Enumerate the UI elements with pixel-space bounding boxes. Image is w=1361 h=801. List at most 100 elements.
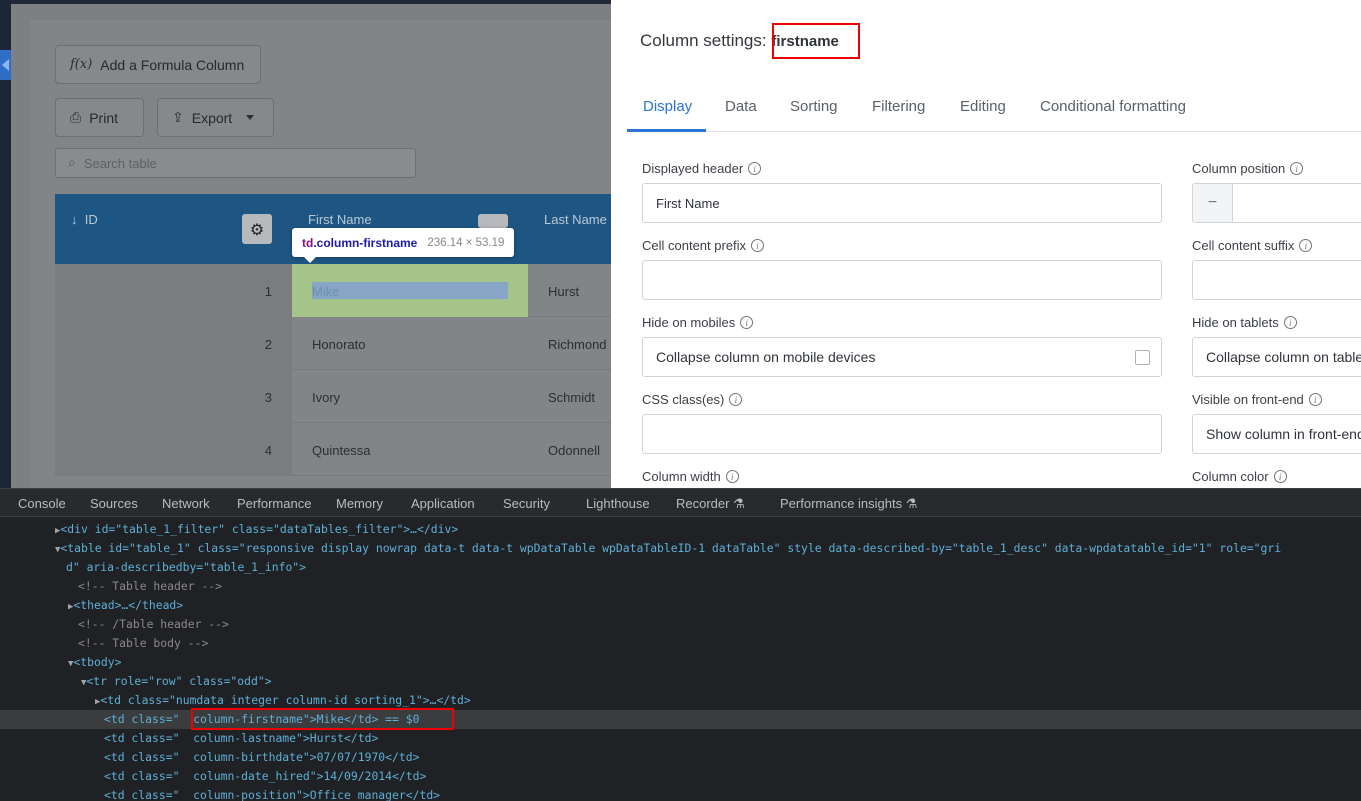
cell-last-name: Hurst xyxy=(548,284,580,299)
displayed-header-label: Displayed header i xyxy=(642,161,762,176)
dom-node-line[interactable]: <td class=" column-position">Office mana… xyxy=(0,786,1361,801)
panel-title-prefix: Column settings: xyxy=(640,31,767,50)
devtools-tabs: Console Sources Network Performance Memo… xyxy=(0,489,1361,517)
hide-mobiles-checkbox[interactable] xyxy=(1135,350,1150,365)
devtools-tab-network[interactable]: Network xyxy=(162,496,210,511)
dom-node-line[interactable]: d" aria-describedby="table_1_info"> xyxy=(0,558,1361,577)
cell-suffix-input[interactable] xyxy=(1192,260,1361,300)
hide-tablets-toggle[interactable]: Collapse column on tablets xyxy=(1192,337,1361,377)
devtools-tab-memory[interactable]: Memory xyxy=(336,496,383,511)
devtools-tab-performance[interactable]: Performance xyxy=(237,496,311,511)
search-input[interactable] xyxy=(83,155,384,171)
devtools-tab-console[interactable]: Console xyxy=(18,496,66,511)
cell-last-name: Odonnell xyxy=(548,443,601,458)
sidebar-collapse-arrow-icon[interactable] xyxy=(0,50,11,80)
cell-first-name: Ivory xyxy=(312,390,341,405)
cell-last-name: Schmidt xyxy=(548,390,595,405)
dom-node-line[interactable]: <td class=" column-date_hired">14/09/201… xyxy=(0,767,1361,786)
info-icon[interactable]: i xyxy=(1273,470,1287,483)
info-icon[interactable]: i xyxy=(1308,393,1322,406)
displayed-header-input[interactable]: First Name xyxy=(642,183,1162,223)
id-column-settings-gear-icon[interactable]: ⚙ xyxy=(242,214,272,244)
annotation-red-box xyxy=(772,23,860,59)
screenshot-root: f(x) Add a Formula Column ⎙ Print ⇪ Expo… xyxy=(0,0,1361,801)
info-icon[interactable]: i xyxy=(725,470,739,483)
dom-node-line[interactable]: <td class=" column-birthdate">07/07/1970… xyxy=(0,748,1361,767)
table-row: 1 Mike Hurst xyxy=(55,264,611,317)
tab-conditional-formatting[interactable]: Conditional formatting xyxy=(1040,98,1186,115)
info-icon[interactable]: i xyxy=(1283,316,1297,329)
cell-id: 2 xyxy=(55,317,292,370)
tab-data[interactable]: Data xyxy=(725,98,757,115)
dom-node-line[interactable]: ▼<tr role="row" class="odd"> xyxy=(0,672,1361,691)
dom-comment-line[interactable]: <!-- Table body --> xyxy=(0,634,1361,653)
active-tab-indicator xyxy=(627,129,706,132)
devtools-tab-application[interactable]: Application xyxy=(411,496,475,511)
dom-comment-line[interactable]: <!-- Table header --> xyxy=(0,577,1361,596)
dom-node-line[interactable]: ▼<table id="table_1" class="responsive d… xyxy=(0,539,1361,558)
first-name-column-settings-gear-icon[interactable] xyxy=(478,214,508,228)
cell-prefix-label: Cell content prefix i xyxy=(642,238,765,253)
admin-sidebar-strip xyxy=(0,0,11,488)
hide-mobiles-toggle[interactable]: Collapse column on mobile devices xyxy=(642,337,1162,377)
tab-sorting[interactable]: Sorting xyxy=(790,98,838,115)
export-label: Export xyxy=(191,109,233,126)
annotation-red-box xyxy=(191,708,454,730)
info-icon[interactable]: i xyxy=(729,393,743,406)
table-row: 3 Ivory Schmidt xyxy=(55,370,611,423)
devtools-tab-recorder[interactable]: Recorder ⚗ xyxy=(676,496,745,512)
dom-node-line[interactable]: ▶<div id="table_1_filter" class="dataTab… xyxy=(0,520,1361,539)
printer-icon: ⎙ xyxy=(70,109,82,126)
add-formula-column-label: Add a Formula Column xyxy=(100,56,245,73)
info-icon[interactable]: i xyxy=(1299,239,1313,252)
print-button[interactable]: ⎙ Print xyxy=(55,98,144,137)
dom-node-line[interactable]: ▼<tbody> xyxy=(0,653,1361,672)
export-button[interactable]: ⇪ Export xyxy=(157,98,274,137)
column-settings-panel: Column settings: firstname Display Data … xyxy=(611,0,1361,488)
decrement-button[interactable]: − xyxy=(1193,184,1233,222)
add-formula-column-button[interactable]: f(x) Add a Formula Column xyxy=(55,45,261,84)
devtools-tab-performance-insights[interactable]: Performance insights ⚗ xyxy=(780,496,917,512)
elements-tree: ▶<div id="table_1_filter" class="dataTab… xyxy=(0,520,1361,801)
table-page: f(x) Add a Formula Column ⎙ Print ⇪ Expo… xyxy=(11,0,611,488)
cell-prefix-input[interactable] xyxy=(642,260,1162,300)
tab-display[interactable]: Display xyxy=(643,98,692,115)
formula-icon: f(x) xyxy=(70,57,93,72)
cell-id: 1 xyxy=(55,264,292,317)
export-icon: ⇪ xyxy=(172,109,184,126)
info-icon[interactable]: i xyxy=(751,239,765,252)
info-icon[interactable]: i xyxy=(740,316,754,329)
devtools-tab-security[interactable]: Security xyxy=(503,496,550,511)
column-position-label: Column position i xyxy=(1192,161,1304,176)
table-row: 2 Honorato Richmond xyxy=(55,317,611,370)
dom-comment-line[interactable]: <!-- /Table header --> xyxy=(0,615,1361,634)
admin-top-bar xyxy=(11,0,611,4)
cell-first-name: Honorato xyxy=(312,337,366,352)
tooltip-dimensions: 236.14 × 53.19 xyxy=(427,236,505,249)
cell-id: 4 xyxy=(55,423,292,476)
css-class-label: CSS class(es) i xyxy=(642,392,743,407)
column-position-stepper[interactable]: − xyxy=(1192,183,1361,223)
header-first-name[interactable]: First Name xyxy=(308,212,372,227)
devtools-tab-sources[interactable]: Sources xyxy=(90,496,138,511)
header-last-name[interactable]: Last Name xyxy=(544,212,607,227)
cell-id: 3 xyxy=(55,370,292,423)
visible-front-end-toggle[interactable]: Show column in front-end xyxy=(1192,414,1361,454)
tab-filtering[interactable]: Filtering xyxy=(872,98,925,115)
dom-node-line[interactable]: ▶<thead>…</thead> xyxy=(0,596,1361,615)
cell-suffix-label: Cell content suffix i xyxy=(1192,238,1313,253)
inspector-element-tooltip: td.column-firstname 236.14 × 53.19 xyxy=(292,228,515,263)
tooltip-class: .column-firstname xyxy=(313,235,418,250)
header-id-label: ID xyxy=(84,212,98,227)
devtools-tab-lighthouse[interactable]: Lighthouse xyxy=(586,496,650,511)
info-icon[interactable]: i xyxy=(748,162,762,175)
info-icon[interactable]: i xyxy=(1290,162,1304,175)
search-table-box[interactable]: ⌕ xyxy=(55,148,416,178)
settings-tabs: Display Data Sorting Filtering Editing C… xyxy=(627,90,1361,132)
header-id[interactable]: ↓ ID xyxy=(71,212,98,227)
devtools-panel: Console Sources Network Performance Memo… xyxy=(0,488,1361,801)
visible-front-end-label: Visible on front-end i xyxy=(1192,392,1322,407)
dom-node-line[interactable]: <td class=" column-lastname">Hurst</td> xyxy=(0,729,1361,748)
css-class-input[interactable] xyxy=(642,414,1162,454)
tab-editing[interactable]: Editing xyxy=(960,98,1006,115)
